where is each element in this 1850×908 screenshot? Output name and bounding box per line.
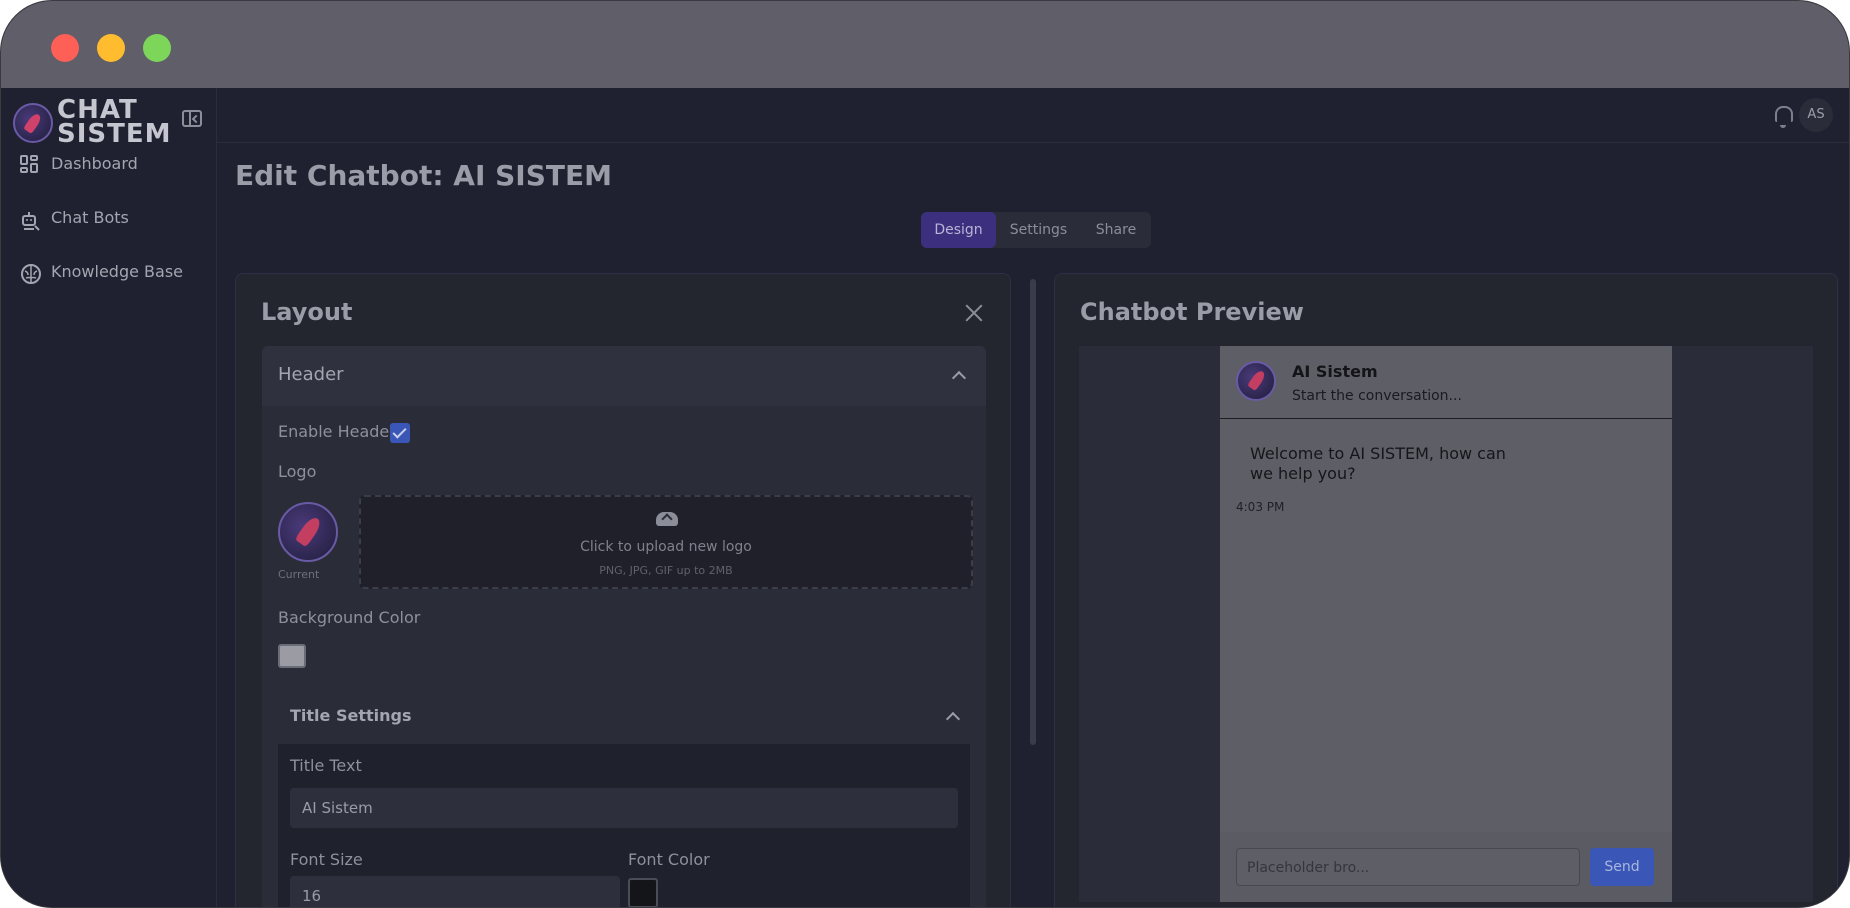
window-titlebar [1, 1, 1849, 88]
tab-design[interactable]: Design [921, 212, 996, 248]
preview-area: AI Sistem Start the conversation... Welc… [1079, 346, 1813, 902]
brain-icon [20, 263, 41, 284]
tab-share[interactable]: Share [1081, 212, 1151, 248]
chat-widget: AI Sistem Start the conversation... Welc… [1220, 346, 1672, 902]
enable-header-checkbox[interactable] [390, 423, 410, 443]
logo-upload-dropzone[interactable]: Click to upload new logo PNG, JPG, GIF u… [359, 495, 973, 589]
chevron-up-icon [945, 711, 961, 727]
layout-panel: Layout Header Enable Header Logo Current… [235, 273, 1011, 907]
preview-panel-title: Chatbot Preview [1080, 298, 1304, 326]
title-settings-toggle[interactable]: Title Settings [278, 696, 970, 740]
maximize-window-button[interactable] [143, 34, 171, 62]
sidebar-item-label: Chat Bots [51, 208, 129, 227]
app-window: CHAT SISTEM Dashboard Chat Bots Knowledg… [0, 0, 1850, 908]
title-text-label: Title Text [290, 756, 362, 775]
tab-settings[interactable]: Settings [996, 212, 1081, 248]
upload-cloud-icon [656, 512, 678, 526]
brand-logo-icon [13, 103, 53, 143]
bell-icon[interactable] [1775, 106, 1793, 128]
title-settings-body: Title Text AI Sistem Font Size 16 Font C… [278, 744, 970, 907]
close-icon[interactable] [965, 304, 983, 322]
top-bar: AS [217, 88, 1849, 143]
current-logo-icon [278, 502, 338, 562]
background-color-swatch[interactable] [278, 644, 306, 668]
enable-header-label: Enable Header [278, 422, 396, 441]
layout-panel-title: Layout [261, 298, 353, 326]
tab-bar: Design Settings Share [921, 212, 1151, 248]
header-accordion: Header Enable Header Logo Current Click … [262, 346, 986, 907]
robot-icon [20, 209, 40, 231]
chat-message-input[interactable]: Placeholder bro... [1236, 848, 1580, 886]
chevron-up-icon [951, 370, 967, 386]
logo-label: Logo [278, 462, 317, 481]
brand-name: CHAT SISTEM [57, 97, 177, 149]
sidebar: CHAT SISTEM Dashboard Chat Bots Knowledg… [1, 88, 217, 907]
chat-header: AI Sistem Start the conversation... [1220, 346, 1672, 419]
preview-panel: Chatbot Preview AI Sistem Start the conv… [1054, 273, 1838, 907]
send-button[interactable]: Send [1590, 848, 1654, 886]
sidebar-item-chat-bots[interactable]: Chat Bots [15, 201, 205, 235]
font-size-label: Font Size [290, 850, 363, 869]
page-title: Edit Chatbot: AI SISTEM [235, 159, 612, 192]
chat-title: AI Sistem [1292, 362, 1378, 381]
header-accordion-label: Header [278, 364, 344, 385]
sidebar-item-knowledge-base[interactable]: Knowledge Base [15, 255, 205, 289]
title-text-input[interactable]: AI Sistem [290, 788, 958, 828]
chat-input-bar: Placeholder bro... Send [1220, 832, 1672, 902]
sidebar-item-label: Knowledge Base [51, 262, 183, 281]
layout-panel-scrollbar[interactable] [1030, 279, 1036, 745]
avatar[interactable]: AS [1799, 98, 1833, 132]
upload-text: Click to upload new logo [580, 539, 752, 555]
welcome-message: Welcome to AI SISTEM, how can we help yo… [1250, 444, 1506, 483]
dashboard-icon [20, 155, 38, 173]
chat-logo-icon [1236, 361, 1276, 401]
font-color-swatch[interactable] [628, 878, 658, 907]
sidebar-item-label: Dashboard [51, 154, 138, 173]
font-color-label: Font Color [628, 850, 710, 869]
sidebar-collapse-icon[interactable] [182, 110, 202, 127]
sidebar-item-dashboard[interactable]: Dashboard [15, 147, 205, 181]
font-size-input[interactable]: 16 [290, 876, 620, 907]
title-settings-accordion: Title Settings Title Text AI Sistem Font… [278, 696, 970, 907]
background-color-label: Background Color [278, 608, 421, 627]
title-settings-label: Title Settings [290, 706, 412, 725]
header-accordion-toggle[interactable]: Header [262, 346, 986, 406]
message-time: 4:03 PM [1236, 500, 1285, 514]
brand-name-line2: SISTEM [57, 119, 172, 149]
minimize-window-button[interactable] [97, 34, 125, 62]
chat-subtitle: Start the conversation... [1292, 388, 1462, 404]
close-window-button[interactable] [51, 34, 79, 62]
upload-hint: PNG, JPG, GIF up to 2MB [599, 564, 733, 577]
current-logo-label: Current [278, 568, 320, 581]
